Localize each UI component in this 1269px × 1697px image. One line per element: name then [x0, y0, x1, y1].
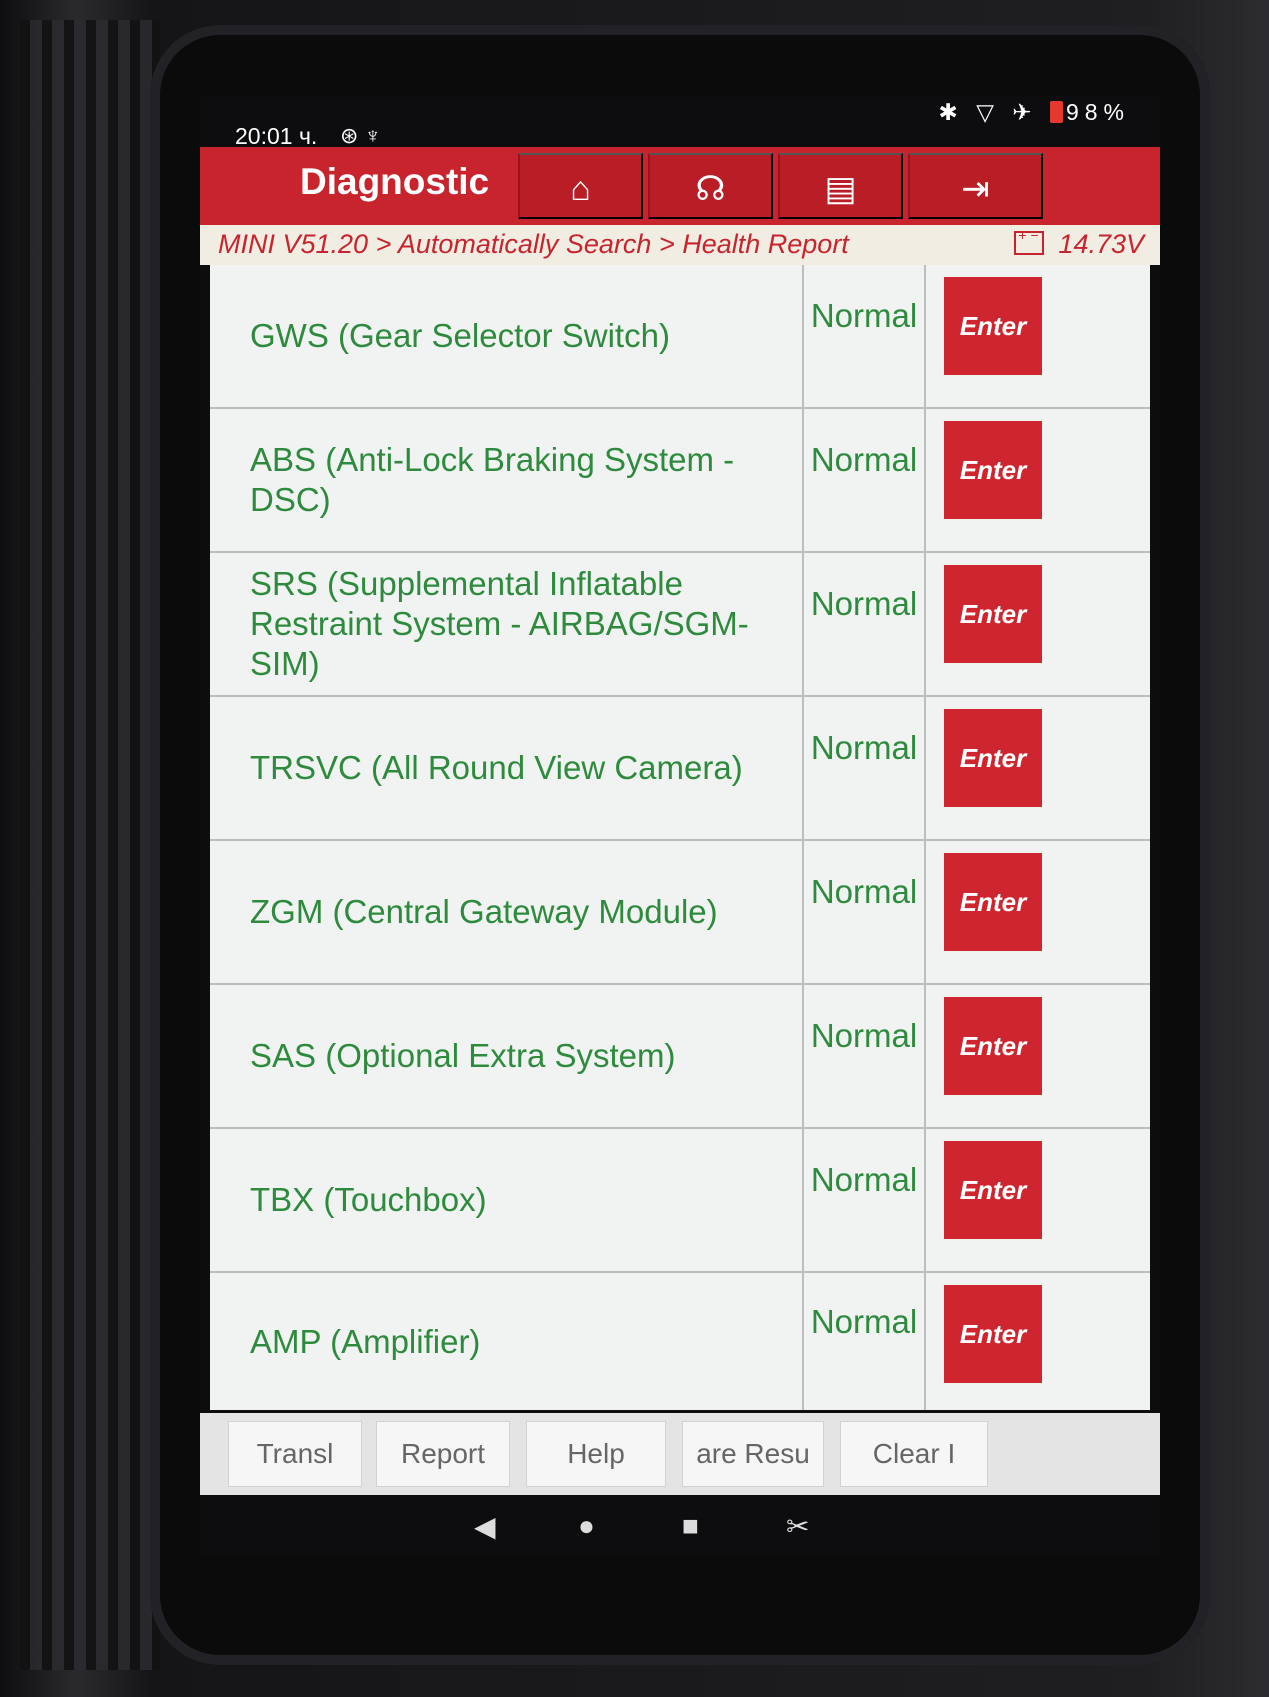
table-row: ZGM (Central Gateway Module) Normal Ente… [210, 841, 1150, 985]
bottom-action-bar: Transl Report Help are Resu Clear I [200, 1413, 1160, 1495]
enter-button[interactable]: Enter [944, 1141, 1042, 1239]
enter-button[interactable]: Enter [944, 853, 1042, 951]
health-report-table: GWS (Gear Selector Switch) Normal Enter … [210, 265, 1150, 1410]
table-row: SRS (Supplemental Inflatable Restraint S… [210, 553, 1150, 697]
breadcrumb-path: MINI V51.20 > Automatically Search > Hea… [218, 229, 849, 259]
back-icon[interactable]: ◀ [468, 1509, 502, 1544]
page-title: Diagnostic [300, 161, 490, 202]
support-button[interactable]: ☊ [648, 153, 773, 219]
screen: 20:01 ч. ⊛ ♆ ✱ ▽ ✈ 98% Diagnostic ⌂ ☊ ▤ … [200, 95, 1160, 1555]
connectivity-icons: ✱ ▽ ✈ [938, 99, 1038, 125]
table-row: AMP (Amplifier) Normal Enter [210, 1273, 1150, 1410]
support-icon: ☊ [695, 170, 726, 208]
module-name: SAS (Optional Extra System) [250, 1037, 676, 1074]
recents-icon[interactable]: ■ [676, 1509, 705, 1543]
module-name: GWS (Gear Selector Switch) [250, 317, 670, 354]
enter-button[interactable]: Enter [944, 997, 1042, 1095]
home-icon: ⌂ [570, 170, 591, 208]
app-header: Diagnostic ⌂ ☊ ▤ ⇥ [200, 147, 1160, 225]
module-name: AMP (Amplifier) [250, 1322, 481, 1360]
enter-button[interactable]: Enter [944, 709, 1042, 807]
module-status: Normal [802, 985, 926, 1127]
android-nav-bar: ◀ ● ■ ✂ [200, 1495, 1160, 1555]
module-status: Normal [802, 265, 926, 407]
voltage-readout: 14.73V [1014, 227, 1144, 260]
table-row: TRSVC (All Round View Camera) Normal Ent… [210, 697, 1150, 841]
battery-icon [1049, 101, 1063, 123]
module-name: SRS (Supplemental Inflatable Restraint S… [250, 565, 749, 682]
clear-dtc-button[interactable]: Clear I [840, 1421, 988, 1487]
compare-results-button[interactable]: are Resu [682, 1421, 824, 1487]
module-name: ABS (Anti-Lock Braking System - DSC) [250, 441, 735, 518]
module-name: TBX (Touchbox) [250, 1181, 487, 1218]
module-status: Normal [802, 553, 926, 695]
table-row: SAS (Optional Extra System) Normal Enter [210, 985, 1150, 1129]
home-nav-icon[interactable]: ● [572, 1509, 601, 1543]
module-status: Normal [802, 841, 926, 983]
status-notification-icons: ⊛ ♆ [340, 123, 382, 148]
voltage-value: 14.73V [1058, 229, 1144, 259]
table-row: TBX (Touchbox) Normal Enter [210, 1129, 1150, 1273]
translate-button[interactable]: Transl [228, 1421, 362, 1487]
help-button[interactable]: Help [526, 1421, 666, 1487]
status-system-icons: ✱ ▽ ✈ 98% [939, 99, 1130, 126]
print-button[interactable]: ▤ [778, 153, 903, 219]
module-status: Normal [802, 697, 926, 839]
battery-level: 98% [1065, 99, 1130, 125]
battery-voltage-icon [1014, 227, 1045, 255]
home-button[interactable]: ⌂ [518, 153, 643, 219]
module-status: Normal [802, 409, 926, 551]
enter-button[interactable]: Enter [944, 565, 1042, 663]
exit-icon: ⇥ [961, 170, 990, 208]
status-time: 20:01 ч. [235, 123, 318, 149]
print-icon: ▤ [824, 170, 857, 208]
module-status: Normal [802, 1273, 926, 1410]
exit-button[interactable]: ⇥ [908, 153, 1043, 219]
breadcrumb: MINI V51.20 > Automatically Search > Hea… [200, 225, 1160, 265]
enter-button[interactable]: Enter [944, 277, 1042, 375]
enter-button[interactable]: Enter [944, 1285, 1042, 1383]
module-name: ZGM (Central Gateway Module) [250, 893, 718, 930]
screenshot-icon[interactable]: ✂ [780, 1509, 815, 1544]
module-status: Normal [802, 1129, 926, 1271]
report-button[interactable]: Report [376, 1421, 510, 1487]
enter-button[interactable]: Enter [944, 421, 1042, 519]
tablet-device: 20:01 ч. ⊛ ♆ ✱ ▽ ✈ 98% Diagnostic ⌂ ☊ ▤ … [0, 0, 1269, 1697]
status-bar: 20:01 ч. ⊛ ♆ ✱ ▽ ✈ 98% [200, 95, 1160, 149]
module-name: TRSVC (All Round View Camera) [250, 749, 743, 786]
table-row: ABS (Anti-Lock Braking System - DSC) Nor… [210, 409, 1150, 553]
table-row: GWS (Gear Selector Switch) Normal Enter [210, 265, 1150, 409]
device-grip [20, 20, 160, 1670]
